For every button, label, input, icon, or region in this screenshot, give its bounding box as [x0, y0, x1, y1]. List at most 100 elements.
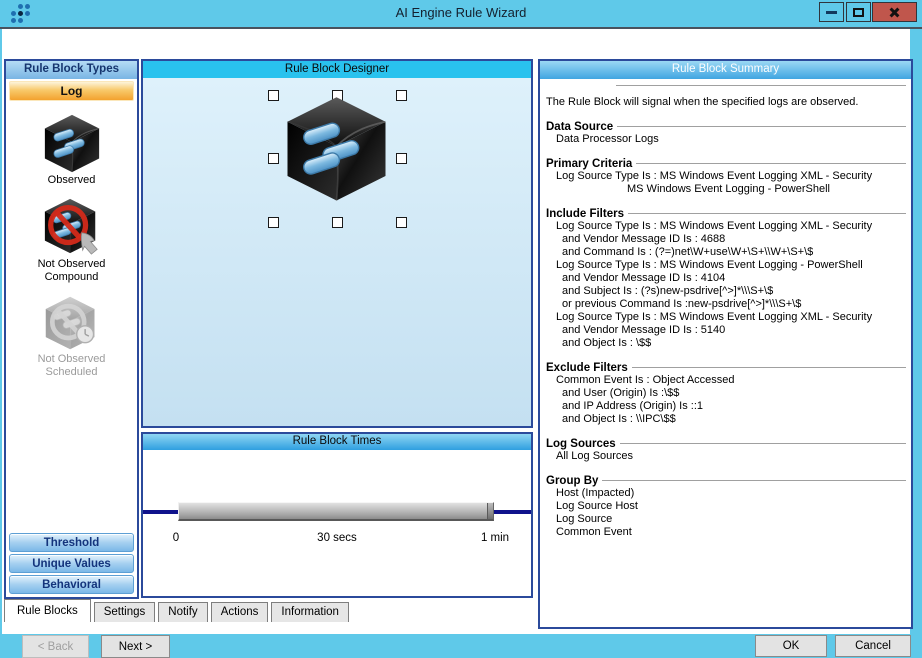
type-button-threshold[interactable]: Threshold [9, 533, 134, 552]
tab-rule-blocks[interactable]: Rule Blocks [4, 599, 91, 622]
section-divider [617, 126, 906, 128]
maximize-icon [853, 8, 864, 17]
summary-section-heading-row: Primary Criteria [546, 158, 906, 170]
summary-section: Log SourcesAll Log Sources [546, 438, 906, 463]
section-divider [632, 367, 906, 369]
tab-settings[interactable]: Settings [94, 602, 156, 622]
minimize-icon [826, 11, 837, 14]
rule-block-type-not-observed-compound[interactable]: Not Observed Compound [38, 196, 106, 284]
summary-line: Log Source Type Is : MS Windows Event Lo… [546, 259, 906, 272]
selection-handle[interactable] [332, 217, 343, 228]
tab-actions[interactable]: Actions [211, 602, 269, 622]
summary-line: Common Event [546, 526, 906, 539]
rule-block-type-label: Observed [48, 174, 96, 187]
summary-section: Exclude FiltersCommon Event Is : Object … [546, 362, 906, 426]
cancel-button[interactable]: Cancel [835, 635, 911, 657]
not-observed-compound-cube-icon [41, 196, 103, 258]
summary-section: Group ByHost (Impacted)Log Source HostLo… [546, 475, 906, 539]
section-heading: Include Filters [546, 208, 624, 220]
title-bar: AI Engine Rule Wizard [0, 0, 922, 27]
summary-sections: Data SourceData Processor Logs Primary Cr… [546, 121, 906, 539]
rule-block-summary-panel: Rule Block Summary The Rule Block will s… [538, 59, 913, 629]
tick-label-0: 0 [173, 532, 179, 544]
time-range-slider[interactable] [178, 502, 494, 521]
close-button[interactable] [872, 2, 917, 22]
summary-line: and Subject Is : (?s)new-psdrive[^>]*\\\… [546, 285, 906, 298]
summary-line: Log Source [546, 513, 906, 526]
log-category-button[interactable]: Log [9, 81, 134, 101]
summary-line: Log Source Type Is : MS Windows Event Lo… [546, 311, 906, 324]
section-divider [602, 480, 906, 482]
summary-line: and Vendor Message ID Is : 4688 [546, 233, 906, 246]
rule-block-summary-header: Rule Block Summary [540, 61, 911, 79]
selection-handle[interactable] [268, 217, 279, 228]
type-button-unique-values[interactable]: Unique Values [9, 554, 134, 573]
rule-block-times-panel: Rule Block Times 0 30 secs 1 min [141, 432, 533, 598]
tick-label-1min: 1 min [481, 532, 509, 544]
observed-cube-icon [41, 112, 103, 174]
summary-line: MS Windows Event Logging - PowerShell [546, 183, 906, 196]
summary-section: Data SourceData Processor Logs [546, 121, 906, 146]
rule-block-type-label: Compound [45, 271, 99, 284]
summary-line: and Vendor Message ID Is : 4104 [546, 272, 906, 285]
rule-block-type-not-observed-scheduled[interactable]: Not Observed Scheduled [38, 293, 106, 379]
tab-notify[interactable]: Notify [158, 602, 207, 622]
section-divider [620, 443, 906, 445]
back-button[interactable]: < Back [22, 635, 89, 658]
summary-section-heading-row: Data Source [546, 121, 906, 133]
section-heading: Log Sources [546, 438, 616, 450]
selection-handle[interactable] [268, 153, 279, 164]
summary-line: Log Source Type Is : MS Windows Event Lo… [546, 170, 906, 183]
rule-type-buttons: Threshold Unique Values Behavioral [6, 531, 137, 596]
summary-line: and Object Is : \$$ [546, 337, 906, 350]
summary-section-heading-row: Log Sources [546, 438, 906, 450]
section-heading: Data Source [546, 121, 613, 133]
summary-line: and Object Is : \\IPC\$$ [546, 413, 906, 426]
tab-information[interactable]: Information [271, 602, 349, 622]
selection-handle[interactable] [396, 217, 407, 228]
rule-block-times-header: Rule Block Times [143, 434, 531, 450]
summary-section-heading-row: Exclude Filters [546, 362, 906, 374]
summary-section-heading-row: Include Filters [546, 208, 906, 220]
summary-line: and IP Address (Origin) Is ::1 [546, 400, 906, 413]
summary-line: and User (Origin) Is :\$$ [546, 387, 906, 400]
selection-handle[interactable] [268, 90, 279, 101]
section-divider [636, 163, 906, 165]
window-title: AI Engine Rule Wizard [0, 0, 922, 27]
designer-canvas[interactable] [143, 78, 531, 426]
rule-block-types-header: Rule Block Types [6, 61, 137, 79]
summary-line: and Command Is : (?=)net\W+use\W+\S+\\W+… [546, 246, 906, 259]
summary-intro: The Rule Block will signal when the spec… [546, 96, 906, 109]
summary-line: All Log Sources [546, 450, 906, 463]
summary-line: Host (Impacted) [546, 487, 906, 500]
selection-handle[interactable] [396, 153, 407, 164]
type-button-behavioral[interactable]: Behavioral [9, 575, 134, 594]
rule-block-type-list: Observed [6, 103, 137, 597]
minimize-button[interactable] [819, 2, 844, 22]
tab-strip: Rule BlocksSettingsNotifyActionsInformat… [4, 599, 352, 622]
summary-section: Include FiltersLog Source Type Is : MS W… [546, 208, 906, 350]
observed-rule-block-cube[interactable] [279, 92, 394, 204]
rule-block-type-label: Scheduled [46, 366, 98, 379]
rule-block-designer-panel: Rule Block Designer [141, 59, 533, 428]
section-heading: Primary Criteria [546, 158, 632, 170]
summary-section-heading-row: Group By [546, 475, 906, 487]
rule-block-type-observed[interactable]: Observed [41, 112, 103, 187]
section-divider [628, 213, 906, 215]
summary-line: Log Source Type Is : MS Windows Event Lo… [546, 220, 906, 233]
summary-line: or previous Command Is :new-psdrive[^>]*… [546, 298, 906, 311]
summary-line: and Vendor Message ID Is : 5140 [546, 324, 906, 337]
rule-block-type-label: Not Observed [38, 258, 106, 271]
summary-body: The Rule Block will signal when the spec… [540, 79, 911, 627]
summary-top-divider [616, 85, 906, 87]
next-button[interactable]: Next > [101, 635, 170, 658]
section-heading: Exclude Filters [546, 362, 628, 374]
selection-handle[interactable] [396, 90, 407, 101]
summary-line: Data Processor Logs [546, 133, 906, 146]
maximize-button[interactable] [846, 2, 871, 22]
ok-button[interactable]: OK [755, 635, 827, 657]
not-observed-scheduled-cube-icon [42, 293, 102, 353]
summary-line: Common Event Is : Object Accessed [546, 374, 906, 387]
rule-block-designer-header: Rule Block Designer [143, 61, 531, 78]
rule-block-types-panel: Rule Block Types Log [4, 59, 139, 599]
